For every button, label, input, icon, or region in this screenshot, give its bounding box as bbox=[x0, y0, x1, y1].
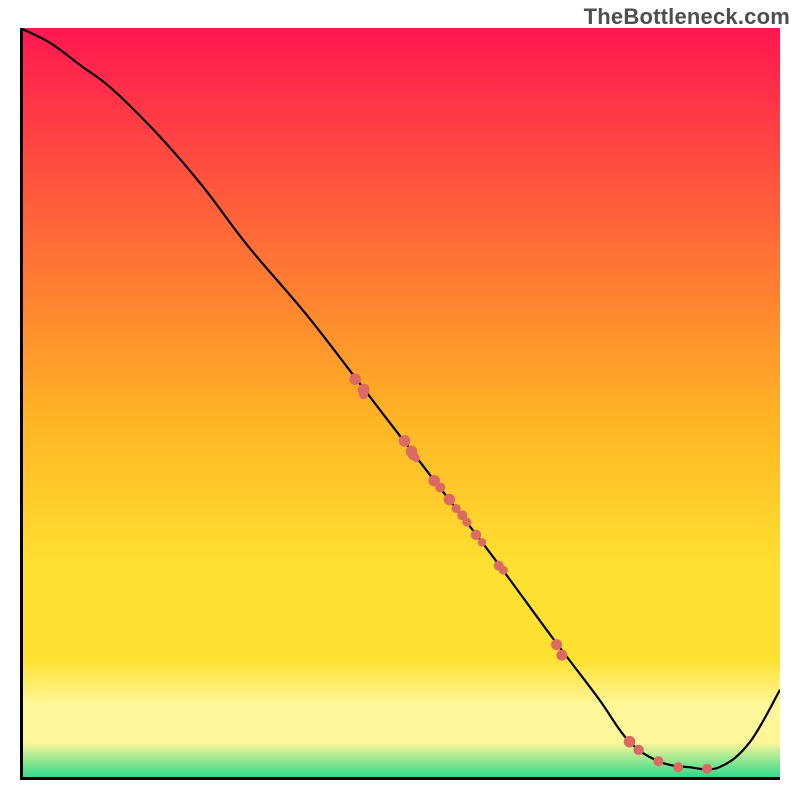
watermark-text: TheBottleneck.com bbox=[584, 4, 790, 30]
scatter-markers bbox=[349, 373, 712, 773]
data-point-marker bbox=[673, 762, 683, 772]
chart-svg bbox=[20, 28, 780, 780]
data-point-marker bbox=[702, 764, 712, 774]
data-point-marker bbox=[471, 530, 481, 540]
data-point-marker bbox=[359, 390, 368, 399]
data-point-marker bbox=[412, 454, 420, 462]
chart-container: TheBottleneck.com bbox=[0, 0, 800, 800]
data-point-marker bbox=[435, 482, 445, 492]
data-point-marker bbox=[556, 650, 567, 661]
data-point-marker bbox=[551, 639, 562, 650]
data-point-marker bbox=[624, 736, 636, 748]
curve-line bbox=[20, 28, 780, 769]
data-point-marker bbox=[499, 566, 508, 575]
data-point-marker bbox=[399, 435, 411, 447]
data-point-marker bbox=[633, 745, 643, 755]
data-point-marker bbox=[653, 756, 663, 766]
data-point-marker bbox=[349, 373, 361, 385]
data-point-marker bbox=[462, 518, 471, 527]
plot-area bbox=[20, 28, 780, 780]
data-point-marker bbox=[444, 494, 456, 506]
data-point-marker bbox=[478, 538, 486, 546]
